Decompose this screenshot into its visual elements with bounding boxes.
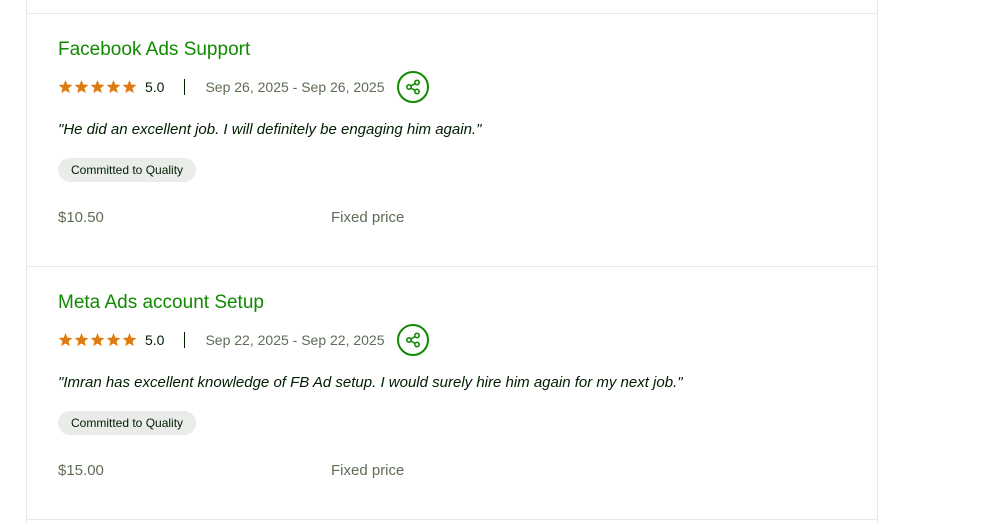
review-quote: "Imran has excellent knowledge of FB Ad … [58,374,683,391]
share-button[interactable] [396,71,429,103]
quality-badge: Committed to Quality [58,158,197,182]
share-icon [405,79,421,95]
star-icon [58,80,73,94]
rating-value: 5.0 [145,79,165,95]
star-icon [74,80,89,94]
review-quote: "He did an excellent job. I will definit… [58,121,482,138]
review-meta: 5.0 Sep 26, 2025 - Sep 26, 2025 [58,71,429,103]
quality-badge: Committed to Quality [58,411,197,435]
divider [27,266,878,267]
separator [184,79,186,95]
star-icon [58,333,73,347]
price-value: $15.00 [58,462,104,479]
rating-value: 5.0 [145,332,165,348]
star-icon [106,80,121,94]
price-value: $10.50 [58,209,104,226]
star-icon [122,333,137,347]
price-type: Fixed price [331,209,405,226]
review-meta: 5.0 Sep 22, 2025 - Sep 22, 2025 [58,324,429,356]
share-button[interactable] [396,324,429,356]
star-icon [122,80,137,94]
divider [27,519,878,520]
divider [27,13,878,14]
review-item: Meta Ads account Setup 5.0 Sep 22, 2025 … [58,291,858,531]
work-history-panel: Facebook Ads Support 5.0 Sep 26, 2025 - … [26,0,878,523]
star-icon [90,80,105,94]
review-title-link[interactable]: Facebook Ads Support [58,38,250,62]
separator [184,332,186,348]
price-type: Fixed price [331,462,405,479]
star-rating [58,80,137,94]
star-icon [106,333,121,347]
star-icon [74,333,89,347]
contract-dates: Sep 26, 2025 - Sep 26, 2025 [205,79,385,95]
review-item: Facebook Ads Support 5.0 Sep 26, 2025 - … [58,38,858,278]
share-icon [405,332,421,348]
star-icon [90,333,105,347]
star-rating [58,333,137,347]
contract-dates: Sep 22, 2025 - Sep 22, 2025 [205,332,385,348]
review-title-link[interactable]: Meta Ads account Setup [58,291,264,315]
